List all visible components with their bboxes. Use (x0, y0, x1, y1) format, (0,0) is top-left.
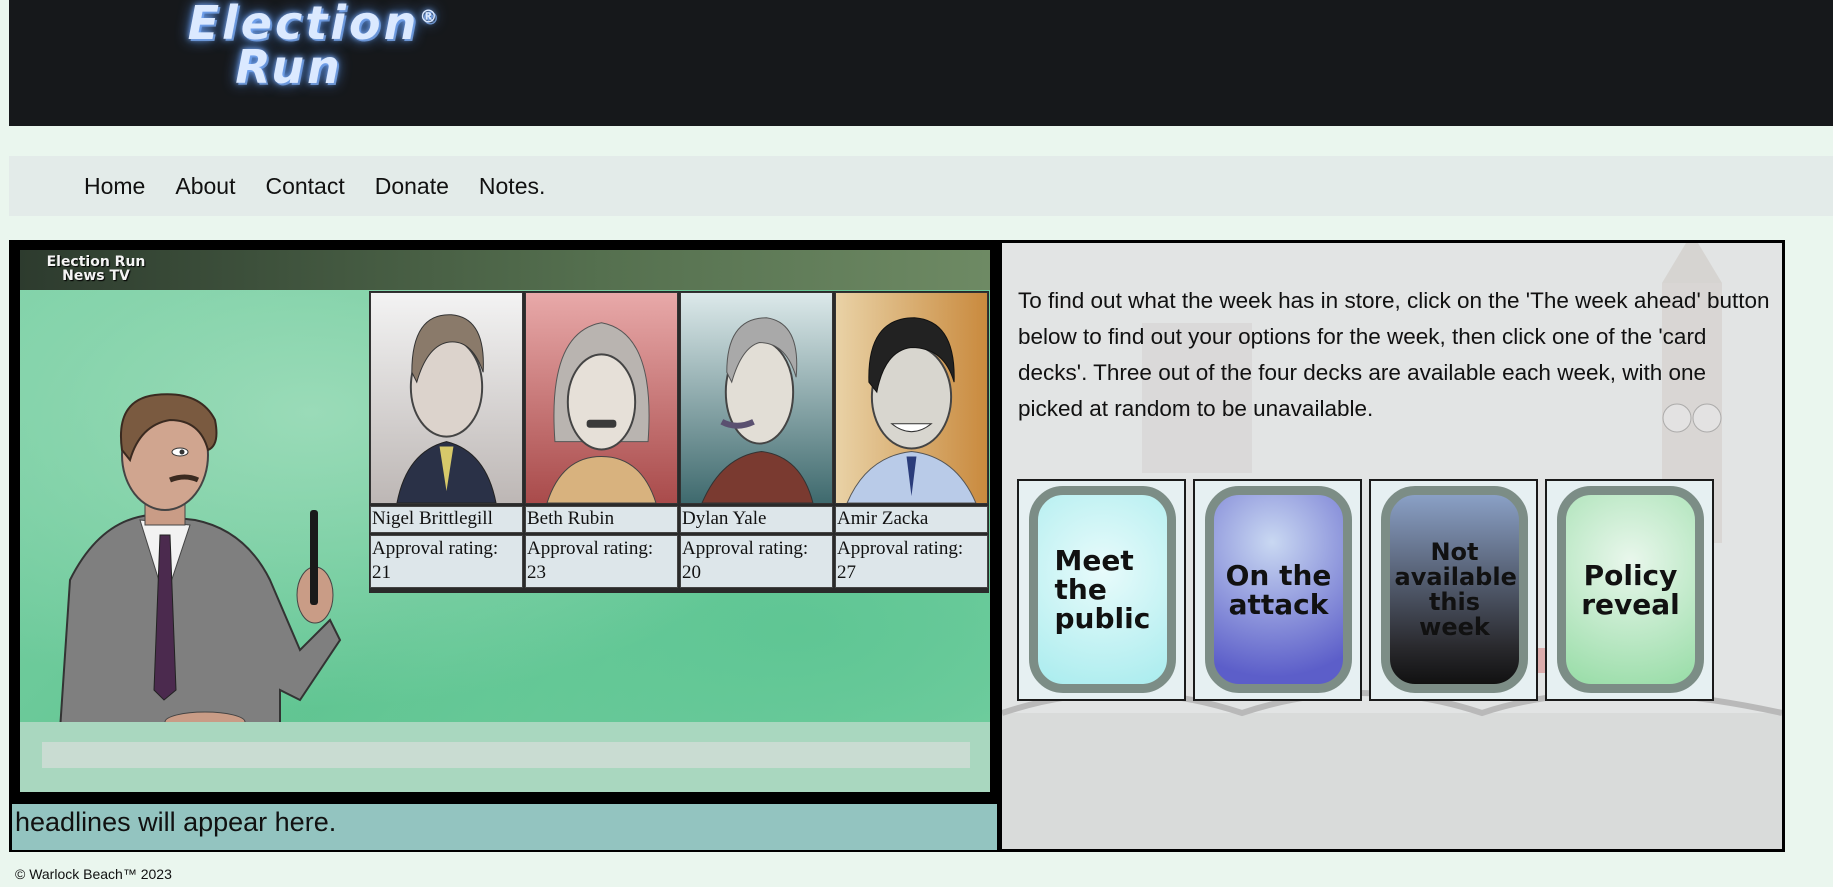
candidate-portrait (680, 292, 833, 504)
nav-notes[interactable]: Notes. (479, 173, 545, 200)
candidate-name: Nigel Brittlegill (370, 506, 523, 533)
approval-label: Approval rating: (682, 538, 809, 559)
main-nav: Home About Contact Donate Notes. (9, 156, 1833, 216)
candidate-card: Amir Zacka Approval rating: 27 (835, 292, 988, 592)
nav-donate[interactable]: Donate (375, 173, 449, 200)
logo-registered-mark: ® (419, 6, 441, 28)
card-decks: Meet the public On the attack Not availa… (1017, 479, 1714, 701)
nav-home[interactable]: Home (84, 173, 145, 200)
candidate-portrait (525, 292, 678, 504)
nav-contact[interactable]: Contact (265, 173, 344, 200)
approval-value: 23 (527, 562, 546, 583)
candidate-portrait (370, 292, 523, 504)
approval-value: 21 (372, 562, 391, 583)
deck-policy-reveal[interactable]: Policy reveal (1545, 479, 1714, 701)
approval-label: Approval rating: (837, 538, 964, 559)
tv-channel-logo: Election Run News TV (38, 255, 154, 283)
deck-label: On the attack (1225, 558, 1332, 621)
site-logo[interactable]: Election® Run (129, 0, 499, 100)
headline-strip: headlines will appear here. (12, 804, 997, 850)
footer-copyright: © Warlock Beach™ 2023 (15, 866, 172, 882)
tv-lower-third (20, 722, 990, 792)
candidate-name: Beth Rubin (525, 506, 678, 533)
candidate-approval: Approval rating: 23 (525, 535, 678, 588)
approval-value: 27 (837, 562, 856, 583)
candidate-approval: Approval rating: 20 (680, 535, 833, 588)
tv-ticker-bar (42, 742, 970, 768)
deck-label: Meet the public (1054, 544, 1151, 635)
candidate-name: Amir Zacka (835, 506, 988, 533)
deck-label: Policy reveal (1581, 558, 1680, 621)
approval-value: 20 (682, 562, 701, 583)
deck-meet-the-public[interactable]: Meet the public (1017, 479, 1186, 701)
game-frame: Election Run News TV Nigel Brittlegill A… (9, 240, 1785, 852)
tv-channel-line2: News TV (62, 268, 130, 284)
news-presenter-image (58, 393, 342, 730)
candidate-card: Nigel Brittlegill Approval rating: 21 (370, 292, 523, 592)
instructions-panel: To find out what the week has in store, … (1002, 243, 1782, 849)
nav-about[interactable]: About (175, 173, 235, 200)
approval-label: Approval rating: (372, 538, 499, 559)
logo-line2: Run (235, 40, 343, 94)
candidate-name: Dylan Yale (680, 506, 833, 533)
candidate-card: Dylan Yale Approval rating: 20 (680, 292, 833, 592)
candidate-card: Beth Rubin Approval rating: 23 (525, 292, 678, 592)
tv-screen: Election Run News TV Nigel Brittlegill A… (20, 250, 990, 792)
header-banner: Election® Run (9, 0, 1833, 126)
candidate-approval: Approval rating: 21 (370, 535, 523, 588)
tv-topbar: Election Run News TV (20, 250, 990, 290)
candidates-table: Nigel Brittlegill Approval rating: 21 Bet… (369, 291, 989, 593)
tv-channel-line1: Election Run (46, 254, 146, 270)
instructions-text: To find out what the week has in store, … (1018, 288, 1770, 421)
candidate-approval: Approval rating: 27 (835, 535, 988, 588)
approval-label: Approval rating: (527, 538, 654, 559)
candidate-portrait (835, 292, 988, 504)
deck-not-available: Not available this week (1369, 479, 1538, 701)
deck-label: Not available this week (1394, 537, 1517, 641)
deck-on-the-attack[interactable]: On the attack (1193, 479, 1362, 701)
